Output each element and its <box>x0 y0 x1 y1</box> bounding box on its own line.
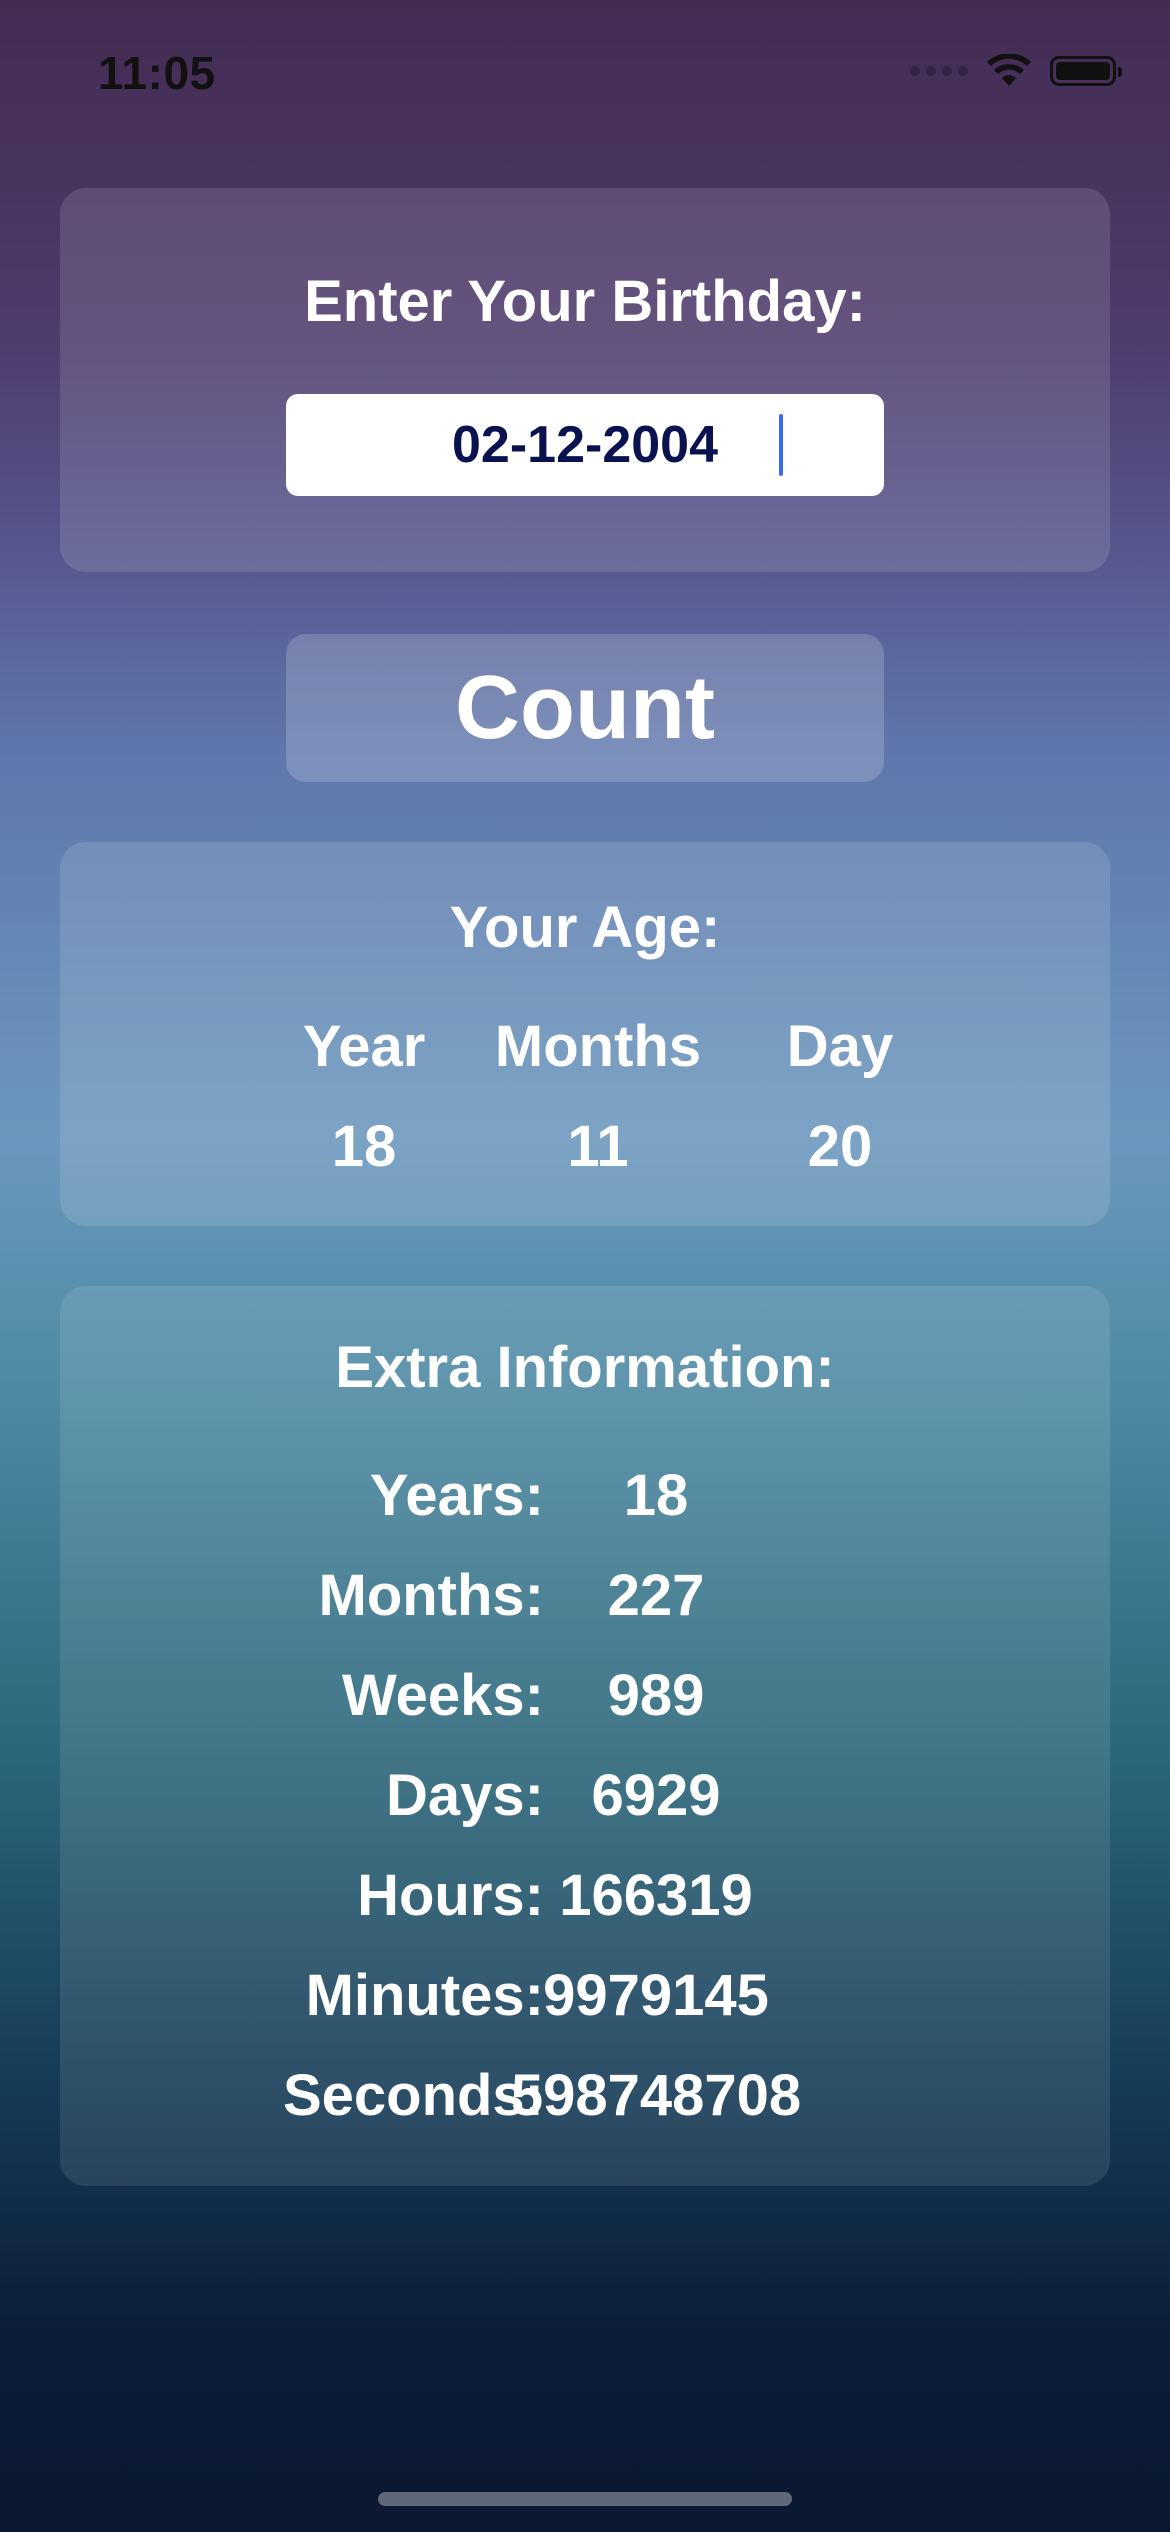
age-day-value: 20 <box>807 1114 873 1179</box>
cellular-signal-icon <box>910 66 968 76</box>
battery-icon <box>1050 56 1122 86</box>
extra-info-list: Years: 18 Months: 227 Weeks: 989 Days: 6… <box>60 1446 1110 2146</box>
extra-row-years: Years: 18 <box>60 1446 1110 1546</box>
extra-value: 6929 <box>591 1763 721 1828</box>
birthday-title: Enter Your Birthday: <box>304 269 866 334</box>
extra-row-seconds: Seconds: 598748708 <box>60 2046 1110 2146</box>
age-card: Your Age: Year 18 Months 11 Day 20 <box>60 842 1110 1226</box>
age-title: Your Age: <box>449 895 721 960</box>
extra-value: 166319 <box>559 1863 753 1928</box>
birthday-card: Enter Your Birthday: <box>60 188 1110 572</box>
extra-value: 598748708 <box>510 2063 802 2128</box>
extra-value: 18 <box>623 1463 689 1528</box>
age-year-label: Year <box>302 1014 426 1079</box>
extra-info-card: Extra Information: Years: 18 Months: 227… <box>60 1286 1110 2186</box>
home-indicator[interactable] <box>378 2492 792 2506</box>
battery-level <box>1056 62 1110 80</box>
status-icons <box>910 54 1122 88</box>
extra-row-weeks: Weeks: 989 <box>60 1646 1110 1746</box>
extra-row-months: Months: 227 <box>60 1546 1110 1646</box>
age-months-value: 11 <box>567 1114 629 1179</box>
age-months-column: Months 11 <box>478 1012 718 1182</box>
extra-row-hours: Hours: 166319 <box>60 1846 1110 1946</box>
age-day-label: Day <box>786 1014 894 1079</box>
status-time: 11:05 <box>98 47 216 99</box>
age-year-column: Year 18 <box>280 1012 448 1182</box>
text-caret <box>779 414 783 476</box>
age-year-value: 18 <box>331 1114 397 1179</box>
birthday-date-input[interactable] <box>286 394 884 496</box>
age-day-column: Day 20 <box>760 1012 920 1182</box>
extra-row-days: Days: 6929 <box>60 1746 1110 1846</box>
wifi-icon <box>987 54 1031 86</box>
status-bar: 11:05 <box>0 0 1170 150</box>
extra-value: 989 <box>607 1663 705 1728</box>
extra-value: 9979145 <box>543 1963 769 2028</box>
extra-row-minutes: Minutes: 9979145 <box>60 1946 1110 2046</box>
extra-info-title: Extra Information: <box>335 1335 835 1400</box>
extra-value: 227 <box>607 1563 705 1628</box>
age-months-label: Months <box>494 1014 702 1079</box>
count-button[interactable]: Count <box>286 634 884 782</box>
